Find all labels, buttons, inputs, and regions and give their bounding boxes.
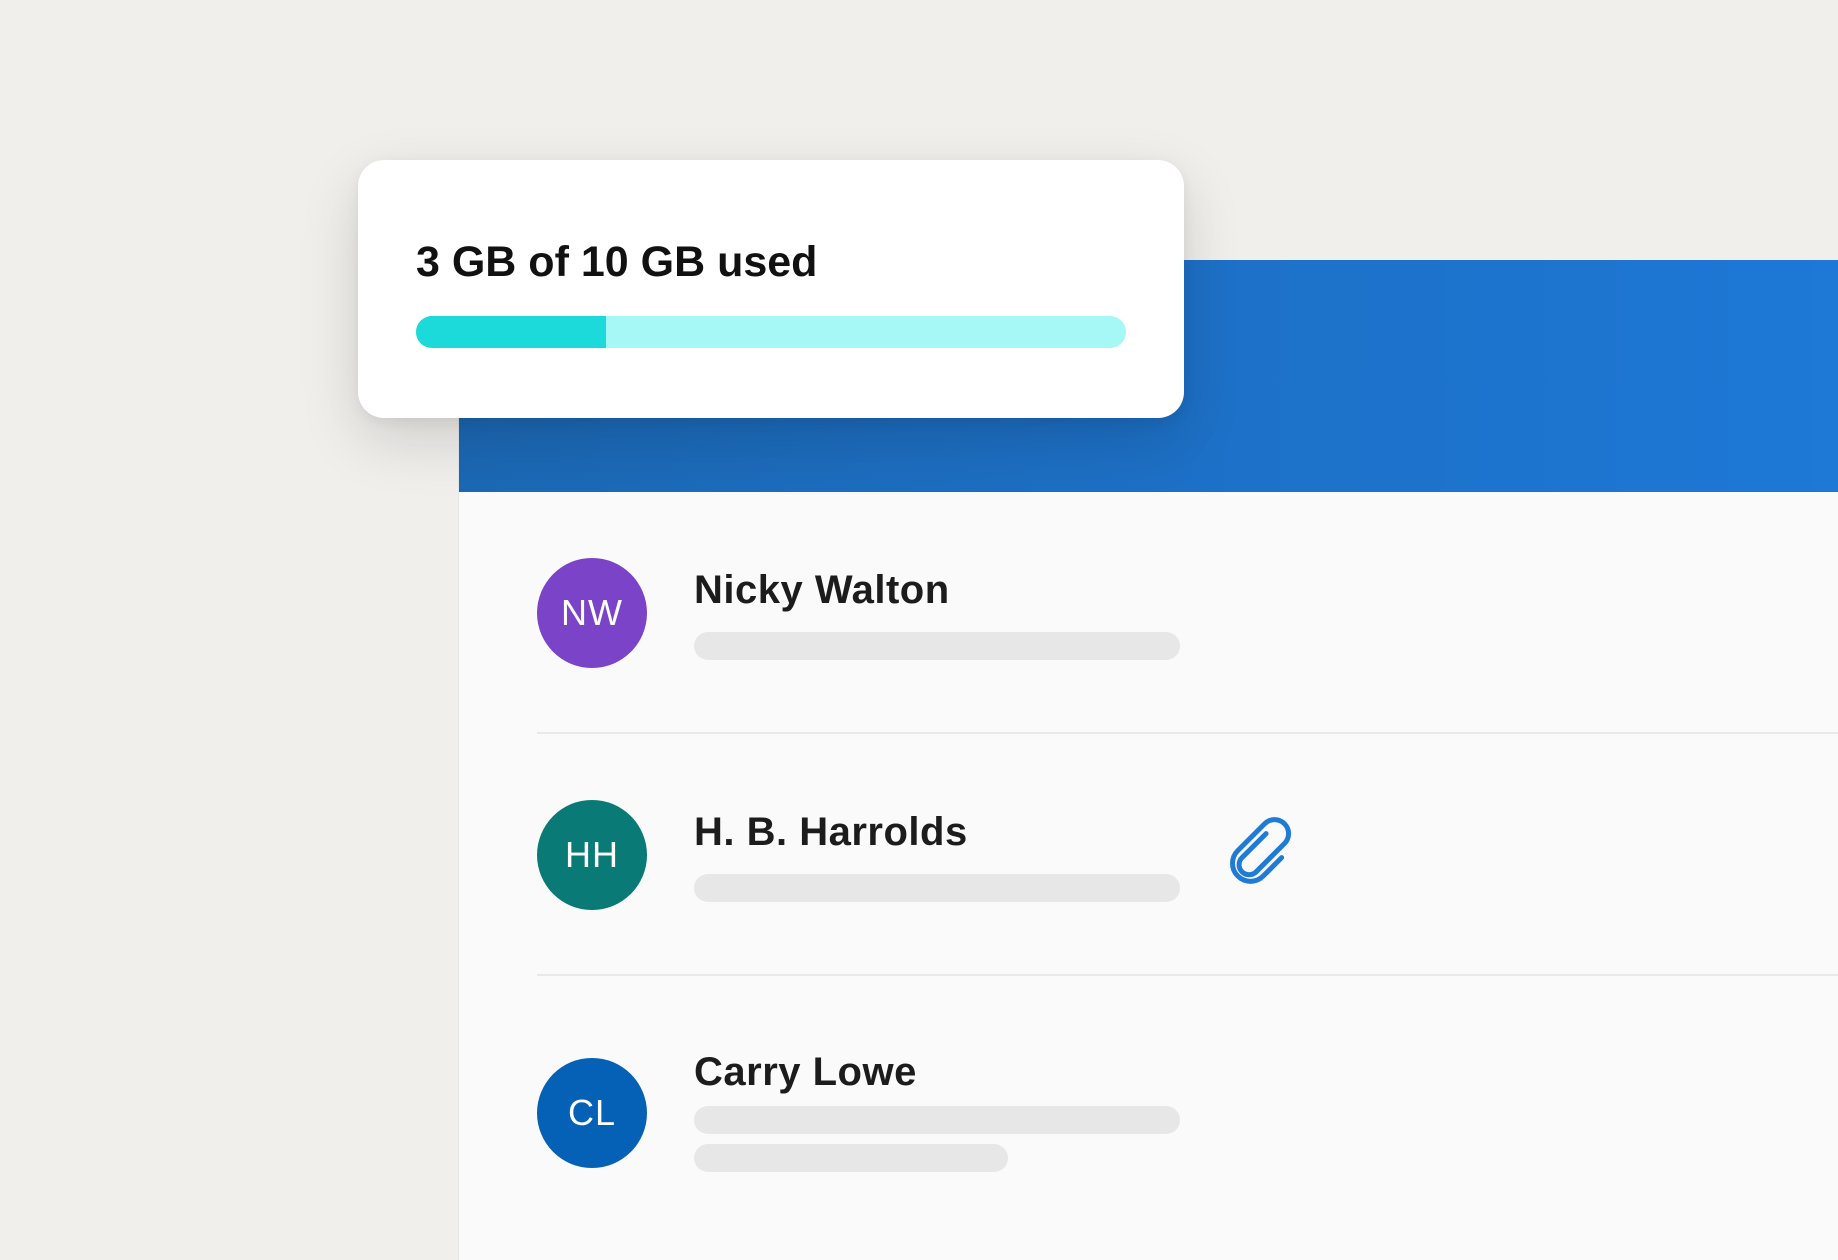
- contact-name: Nicky Walton: [694, 568, 950, 612]
- placeholder-line: [694, 1106, 1180, 1134]
- placeholder-line: [694, 1144, 1008, 1172]
- placeholder-line: [694, 632, 1180, 660]
- contact-name: H. B. Harrolds: [694, 810, 968, 854]
- avatar: HH: [537, 800, 647, 910]
- contact-row[interactable]: CL Carry Lowe: [537, 976, 1838, 1218]
- app-stage: NW Nicky Walton HH H. B. Harrolds CL Car…: [0, 0, 1838, 1260]
- placeholder-line: [694, 874, 1180, 902]
- contact-list: NW Nicky Walton HH H. B. Harrolds CL Car…: [459, 492, 1838, 1260]
- contact-row[interactable]: HH H. B. Harrolds: [537, 734, 1838, 976]
- contact-name: Carry Lowe: [694, 1050, 917, 1094]
- storage-usage-card: 3 GB of 10 GB used: [358, 160, 1184, 418]
- storage-usage-label: 3 GB of 10 GB used: [416, 238, 818, 286]
- avatar: CL: [537, 1058, 647, 1168]
- paperclip-icon[interactable]: [1223, 812, 1295, 892]
- storage-progress-bar: [416, 316, 1126, 348]
- contact-row[interactable]: NW Nicky Walton: [537, 492, 1838, 734]
- avatar: NW: [537, 558, 647, 668]
- storage-progress-fill: [416, 316, 606, 348]
